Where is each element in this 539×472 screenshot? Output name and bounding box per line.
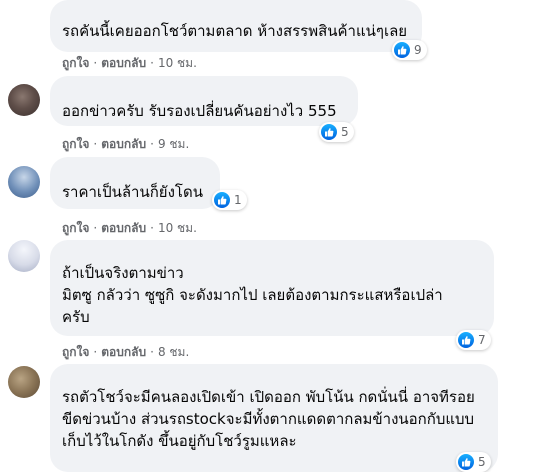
comment-time[interactable]: 10 ชม. <box>158 56 197 70</box>
reaction-badge[interactable]: 5 <box>456 452 491 472</box>
reply-button[interactable]: ตอบกลับ <box>101 345 146 359</box>
comment-time[interactable]: 9 ชม. <box>158 137 189 151</box>
separator-dot: · <box>150 56 154 70</box>
comment-bubble: ออกข่าวครับ รับรองเปลี่ยนคันอย่างไว 555 <box>50 76 358 126</box>
comment-bubble: ถ้าเป็นจริงตามข่าว มิตซู กลัวว่า ซูซูกิ … <box>50 240 494 336</box>
reaction-count: 5 <box>341 125 349 139</box>
avatar[interactable] <box>8 84 40 116</box>
reaction-count: 9 <box>414 43 422 57</box>
avatar[interactable] <box>8 366 40 398</box>
comment-actions: ถูกใจ · ตอบกลับ · 10 ชม. <box>62 54 197 73</box>
comment-author[interactable] <box>62 163 208 181</box>
comment-text: รถคันนี้เคยออกโชว์ตามตลาด ห้างสรรพสินค้า… <box>62 22 408 40</box>
reply-button[interactable]: ตอบกลับ <box>101 221 146 235</box>
like-icon <box>321 124 337 140</box>
reaction-count: 5 <box>478 455 486 469</box>
comment-bubble: รถตัวโชว์จะมีคนลองเปิดเข้า เปิดออก พับโน… <box>50 364 498 472</box>
comment-actions: ถูกใจ · ตอบกลับ · 10 ชม. <box>62 219 197 238</box>
reaction-badge[interactable]: 1 <box>212 190 247 210</box>
reaction-count: 7 <box>478 333 486 347</box>
like-icon <box>458 454 474 470</box>
like-button[interactable]: ถูกใจ <box>62 345 89 359</box>
like-icon <box>394 42 410 58</box>
separator-dot: · <box>93 221 98 235</box>
like-button[interactable]: ถูกใจ <box>62 221 89 235</box>
comment-actions: ถูกใจ · ตอบกลับ · 8 ชม. <box>62 343 189 362</box>
comment-text: ออกข่าวครับ รับรองเปลี่ยนคันอย่างไว 555 <box>62 102 337 120</box>
comment-time[interactable]: 10 ชม. <box>158 221 197 235</box>
like-button[interactable]: ถูกใจ <box>62 137 89 151</box>
comments-feed: รถคันนี้เคยออกโชว์ตามตลาด ห้างสรรพสินค้า… <box>0 0 539 472</box>
comment-author[interactable] <box>62 82 346 100</box>
comment-author[interactable] <box>62 244 482 262</box>
reply-button[interactable]: ตอบกลับ <box>101 137 146 151</box>
separator-dot: · <box>93 137 98 151</box>
comment-author[interactable] <box>62 368 486 386</box>
avatar[interactable] <box>8 240 40 272</box>
separator-dot: · <box>150 345 154 359</box>
comment-bubble: ราคาเป็นล้านก็ยังโดน <box>50 157 220 209</box>
avatar[interactable] <box>8 166 40 198</box>
reaction-count: 1 <box>234 193 242 207</box>
separator-dot: · <box>150 137 154 151</box>
comment-text: ราคาเป็นล้านก็ยังโดน <box>62 183 203 201</box>
comment-text: ถ้าเป็นจริงตามข่าว มิตซู กลัวว่า ซูซูกิ … <box>62 264 443 326</box>
like-icon <box>214 192 230 208</box>
like-icon <box>458 332 474 348</box>
reply-button[interactable]: ตอบกลับ <box>101 56 146 70</box>
separator-dot: · <box>93 345 98 359</box>
like-button[interactable]: ถูกใจ <box>62 56 89 70</box>
comment-text: รถตัวโชว์จะมีคนลองเปิดเข้า เปิดออก พับโน… <box>62 388 475 450</box>
comment-time[interactable]: 8 ชม. <box>158 345 189 359</box>
reaction-badge[interactable]: 5 <box>319 122 354 142</box>
reaction-badge[interactable]: 9 <box>392 40 427 60</box>
comment-author[interactable] <box>62 2 410 20</box>
comment-bubble: รถคันนี้เคยออกโชว์ตามตลาด ห้างสรรพสินค้า… <box>50 0 422 52</box>
separator-dot: · <box>150 221 154 235</box>
comment-actions: ถูกใจ · ตอบกลับ · 9 ชม. <box>62 135 189 154</box>
reaction-badge[interactable]: 7 <box>456 330 491 350</box>
separator-dot: · <box>93 56 98 70</box>
